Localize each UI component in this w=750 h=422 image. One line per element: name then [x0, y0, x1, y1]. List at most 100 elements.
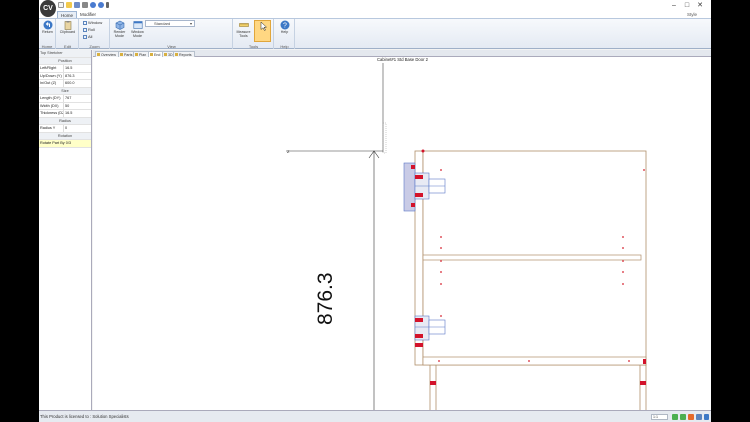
tab-modifier[interactable]: Modifier: [77, 11, 99, 18]
property-value[interactable]: 16.5: [63, 65, 91, 72]
new-file-icon[interactable]: [58, 2, 64, 8]
zoom-scale-field[interactable]: 1:1: [651, 414, 668, 420]
ribbon: Return Home Clipboard Edit Window Roll A…: [39, 18, 711, 49]
maximize-button[interactable]: □: [682, 1, 692, 10]
drill-hole: [628, 360, 630, 362]
zoom-roll-label: Roll: [88, 27, 95, 32]
property-row-width[interactable]: Width (DX) 50: [39, 102, 91, 110]
property-value[interactable]: 600.0: [63, 80, 91, 87]
tab-icon: [175, 53, 178, 56]
print-icon[interactable]: [82, 2, 88, 8]
ribbon-group-tools: Measure Tools Tools: [234, 19, 274, 49]
undo-icon[interactable]: [90, 2, 96, 8]
property-panel: Top Stretcher Position Left/Right 16.5 Up…: [39, 50, 92, 410]
close-button[interactable]: ✕: [695, 1, 705, 10]
zoom-roll-button[interactable]: Roll: [83, 27, 95, 33]
zoom-window-label: Window: [88, 20, 103, 25]
section-radius-heading: Radius: [39, 117, 91, 125]
layers-icon[interactable]: [688, 414, 694, 420]
status-bar: This Product is licensed to : Solution S…: [39, 410, 711, 422]
zoom-window-icon: [83, 20, 87, 25]
section-size-heading: Size: [39, 87, 91, 95]
drawing-canvas[interactable]: Cabinet#1 Std Base Door 2 Z 876.3: [93, 57, 711, 410]
property-row-thickness[interactable]: Thickness (DZ)16.5: [39, 110, 91, 118]
property-row-left-right[interactable]: Left/Right 16.5: [39, 65, 91, 73]
hinge-band-top-2: [415, 193, 423, 197]
door-edge-marker: [415, 343, 423, 347]
tab-icon: [164, 53, 167, 56]
grid-toggle-icon[interactable]: [672, 414, 678, 420]
property-value[interactable]: 0: [63, 125, 91, 132]
window-mode-button[interactable]: Window Mode: [129, 20, 146, 42]
drill-hole: [622, 236, 624, 238]
drill-hole: [643, 169, 645, 171]
property-value[interactable]: 876.3: [63, 72, 91, 80]
drill-hole: [622, 260, 624, 262]
return-label: Return: [42, 30, 53, 34]
tab-home[interactable]: Home: [57, 11, 78, 18]
property-key: Left/Right: [40, 66, 57, 70]
property-row-radius-y[interactable]: Radius Y 0: [39, 125, 91, 133]
ribbon-group-zoom-label: Zoom: [89, 44, 100, 49]
dimension-text[interactable]: 876.3: [314, 272, 338, 325]
measure-tools-button[interactable]: Measure Tools: [235, 20, 252, 42]
property-row-rotate[interactable]: Rotate Part By 0/3: [39, 140, 91, 148]
property-key: Radius Y: [40, 126, 56, 130]
style-menu[interactable]: Style: [687, 11, 697, 18]
quick-access-dropdown-icon[interactable]: [106, 2, 109, 8]
window-mode-icon: [133, 21, 142, 29]
ribbon-tab-row: Home Modifier Style: [39, 11, 711, 18]
app-logo[interactable]: CV: [40, 0, 56, 17]
snap-toggle-icon[interactable]: [680, 414, 686, 420]
section-position-heading: Position: [39, 57, 91, 65]
minimize-button[interactable]: –: [669, 1, 679, 10]
drill-hole: [440, 169, 442, 171]
save-icon[interactable]: [74, 2, 80, 8]
drill-hole: [440, 260, 442, 262]
shelf: [422, 254, 642, 261]
zoom-window-button[interactable]: Window: [83, 20, 102, 26]
clipboard-label: Clipboard: [59, 30, 76, 34]
hinge-band-top: [415, 175, 423, 179]
license-status-text: This Product is licensed to : Solution S…: [40, 414, 129, 419]
hinge-band-bottom: [415, 318, 423, 322]
clipboard-icon: [64, 21, 71, 30]
property-row-length[interactable]: Length (DY) 767: [39, 95, 91, 103]
pointer-tool-button[interactable]: [254, 20, 271, 42]
render-mode-button[interactable]: Render Mode: [111, 20, 128, 42]
drill-hole: [440, 283, 442, 285]
redo-icon[interactable]: [98, 2, 104, 8]
property-row-up-down[interactable]: Up/Down (Y) 876.3: [39, 72, 91, 80]
view-style-select[interactable]: Standard ▾: [145, 20, 195, 27]
document-tab-strip: Overview Parts Plan End 3D Reports: [93, 50, 711, 57]
hinge-band-bottom-2: [415, 334, 423, 338]
property-key: Thickness (DZ): [40, 111, 63, 115]
property-key: Up/Down (Y): [40, 73, 62, 78]
drill-hole: [440, 271, 442, 273]
property-row-in-out[interactable]: In/Out (Z) 600.0: [39, 80, 91, 88]
help-label: Help: [280, 30, 289, 34]
return-button[interactable]: Return: [39, 20, 56, 42]
drill-hole: [440, 247, 442, 249]
tab-icon: [135, 53, 138, 56]
property-key: In/Out (Z): [40, 81, 57, 85]
cabinet-drawing[interactable]: [93, 57, 711, 410]
settings-icon[interactable]: [696, 414, 702, 420]
zoom-all-icon: [83, 34, 87, 39]
clipboard-button[interactable]: Clipboard: [59, 20, 76, 42]
zoom-all-button[interactable]: All: [83, 34, 92, 40]
property-value[interactable]: 50: [63, 102, 91, 110]
property-value[interactable]: 16.5: [63, 110, 91, 117]
anchor-point: [421, 149, 425, 153]
ribbon-group-help: ? Help Help: [275, 19, 295, 49]
property-value[interactable]: 767: [63, 95, 91, 102]
render-mode-label: Render Mode: [113, 30, 126, 38]
app-window: CV – □ ✕ Home Modifier Style Return Home…: [39, 0, 711, 422]
drill-hole: [622, 283, 624, 285]
property-key: Rotate Part By 0/3: [40, 141, 72, 145]
tab-icon: [120, 53, 123, 56]
help-button[interactable]: ? Help: [276, 20, 293, 42]
open-folder-icon[interactable]: [66, 2, 72, 8]
help-status-icon[interactable]: [704, 414, 709, 420]
drill-hole: [622, 271, 624, 273]
